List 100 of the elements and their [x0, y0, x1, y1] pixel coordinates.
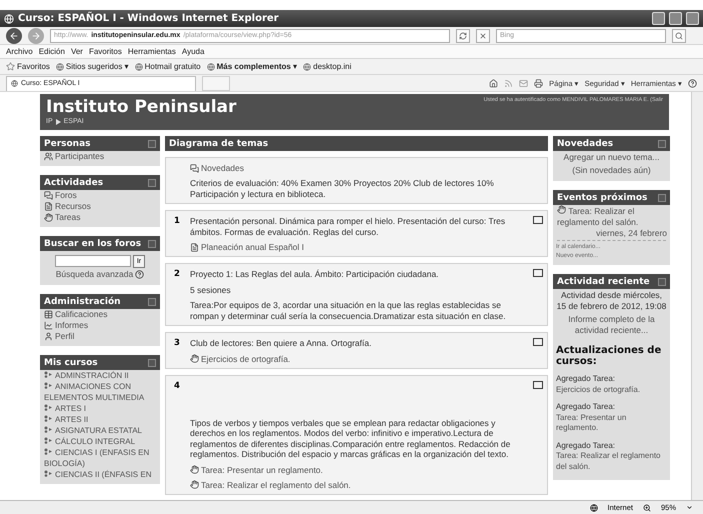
block-link[interactable]: Informes	[55, 320, 88, 331]
advanced-search-link[interactable]: Búsqueda avanzada	[56, 269, 134, 280]
scrollbar[interactable]	[691, 92, 703, 500]
section-number: 3	[173, 338, 181, 350]
section-text: 5 sesiones	[190, 284, 232, 295]
course-icon	[44, 371, 53, 378]
activity-link[interactable]: Ejercicios de ortografía.	[201, 354, 290, 364]
favorites-link[interactable]: Más complementos ▾	[206, 62, 298, 71]
home-icon[interactable]	[489, 78, 498, 88]
block-link[interactable]: Recursos	[55, 201, 91, 212]
course-link[interactable]: CÁLCULO INTEGRAL	[40, 436, 160, 447]
feed-icon[interactable]	[504, 78, 514, 88]
highlight-icon[interactable]	[533, 380, 543, 388]
block-link[interactable]: Calificaciones	[55, 309, 108, 320]
minimize-button[interactable]	[652, 12, 665, 25]
help-icon[interactable]	[135, 270, 144, 279]
activity-link[interactable]: Tarea: Presentar un reglamento.	[201, 464, 323, 474]
forward-arrow-icon	[31, 30, 41, 40]
update-title: Agregado Tarea:	[556, 402, 616, 412]
course-link[interactable]: ARTES I	[40, 403, 160, 414]
close-button[interactable]	[686, 12, 699, 25]
course-link[interactable]: ARTES II	[40, 414, 160, 425]
print-icon[interactable]	[534, 78, 544, 88]
line-chart-icon	[44, 321, 53, 330]
course-link[interactable]: CIENCIAS II (ÉNFASIS EN	[40, 469, 160, 480]
window-title: Curso: ESPAÑOL I - Windows Internet Explorer	[18, 13, 280, 24]
section-number: 1	[173, 216, 181, 228]
search-button[interactable]	[672, 28, 686, 42]
course-icon	[44, 437, 53, 444]
globe-icon	[11, 80, 18, 87]
highlight-icon[interactable]	[533, 216, 543, 224]
caret-icon[interactable]	[686, 504, 693, 511]
activity-link[interactable]: Novedades	[201, 163, 244, 173]
menu-item[interactable]: Ver	[70, 47, 83, 56]
person-icon	[44, 332, 53, 341]
updates-heading: Actualizaciones de cursos:	[555, 344, 662, 369]
search-field[interactable]	[54, 255, 131, 267]
collapse-icon[interactable]	[658, 140, 666, 148]
highlight-icon[interactable]	[533, 338, 543, 346]
favorites-link[interactable]: Hotmail gratuito	[134, 62, 201, 71]
new-tab-button[interactable]	[202, 76, 230, 90]
course-link[interactable]: ANIMACIONES CON ELEMENTOS MULTIMEDIA	[40, 381, 160, 403]
block-link[interactable]: Perfil	[55, 331, 74, 342]
table-icon	[44, 310, 53, 319]
globe-icon	[206, 62, 215, 70]
activity-link[interactable]: Tarea: Realizar el reglamento del salón.	[201, 480, 351, 490]
course-icon	[44, 382, 53, 389]
collapse-icon[interactable]	[658, 278, 666, 286]
course-link[interactable]: ADMINSTRACIÓN II	[40, 370, 160, 381]
globe-icon	[56, 62, 64, 70]
collapse-icon[interactable]	[658, 194, 666, 202]
update-link[interactable]: Tarea: Realizar el reglamento del salón.	[556, 451, 667, 472]
back-arrow-icon	[9, 30, 19, 40]
favorites-button[interactable]: Favoritos	[6, 62, 50, 71]
section-text: Proyecto 1: Las Reglas del aula. Ámbito: Participación ciudadana.	[190, 269, 440, 280]
section-text: Criterios de evaluación: 40% Examen 30% Proyectos 20% Club de lectores 10% Participación y lectura en biblioteca.	[190, 178, 495, 199]
menu-item[interactable]: Favoritos	[88, 47, 122, 56]
highlight-icon[interactable]	[533, 269, 543, 277]
maximize-button[interactable]	[669, 12, 682, 25]
menu-item[interactable]: Ayuda	[182, 47, 204, 56]
close-icon	[479, 32, 487, 40]
search-icon	[675, 32, 683, 40]
course-link[interactable]: ASIGNATURA ESTATAL	[40, 425, 160, 436]
hand-icon	[44, 213, 53, 222]
back-button[interactable]	[6, 28, 22, 44]
collapse-icon[interactable]	[148, 240, 156, 248]
menu-item[interactable]: Edición	[38, 47, 65, 56]
event-date: viernes, 24 febrero	[595, 228, 668, 238]
refresh-button[interactable]	[456, 28, 470, 42]
menu-item[interactable]: Archivo	[6, 47, 33, 56]
section-text: Club de lectores: Ben quiere a Anna. Ortografía.	[190, 338, 372, 348]
activity-link[interactable]: Planeación anual Español I	[201, 242, 304, 252]
favorites-link[interactable]: Sitios sugeridos ▾	[56, 62, 129, 71]
stop-button[interactable]	[476, 28, 490, 42]
event-link[interactable]: Tarea: Realizar el reglamento del salón.	[557, 205, 666, 228]
update-link[interactable]: Ejercicios de ortografía.	[556, 384, 667, 395]
section-number: 2	[173, 269, 181, 281]
mail-icon[interactable]	[519, 78, 528, 88]
chat-bubbles-icon	[190, 164, 199, 172]
block-title: Personas	[44, 138, 91, 148]
collapse-icon[interactable]	[148, 298, 156, 306]
menu-item[interactable]: Herramientas	[128, 47, 176, 56]
collapse-icon[interactable]	[148, 140, 156, 148]
update-title: Agregado Tarea:	[556, 374, 616, 384]
forward-button[interactable]	[28, 28, 44, 44]
update-link[interactable]: Tarea: Presentar un reglamento.	[556, 412, 667, 434]
help-icon[interactable]	[688, 78, 697, 88]
collapse-icon[interactable]	[148, 178, 156, 186]
globe-icon	[134, 62, 143, 70]
section-number: 4	[173, 380, 181, 392]
block-link[interactable]: Tareas	[55, 212, 81, 223]
block-title: Eventos próximos	[557, 192, 648, 202]
favorites-link[interactable]: desktop.ini	[303, 62, 352, 71]
course-link[interactable]: CIENCIAS I (ENFASIS EN BIOLOGÍA)	[40, 447, 160, 469]
site-name: Instituto Peninsular	[46, 97, 236, 117]
block-link[interactable]: Foros	[55, 190, 77, 201]
add-topic-link[interactable]: Agregar un nuevo tema...	[564, 152, 660, 163]
collapse-icon[interactable]	[148, 358, 156, 366]
block-link[interactable]: Participantes	[55, 151, 104, 162]
report-link[interactable]: Informe completo de la actividad reciente...	[556, 314, 667, 336]
